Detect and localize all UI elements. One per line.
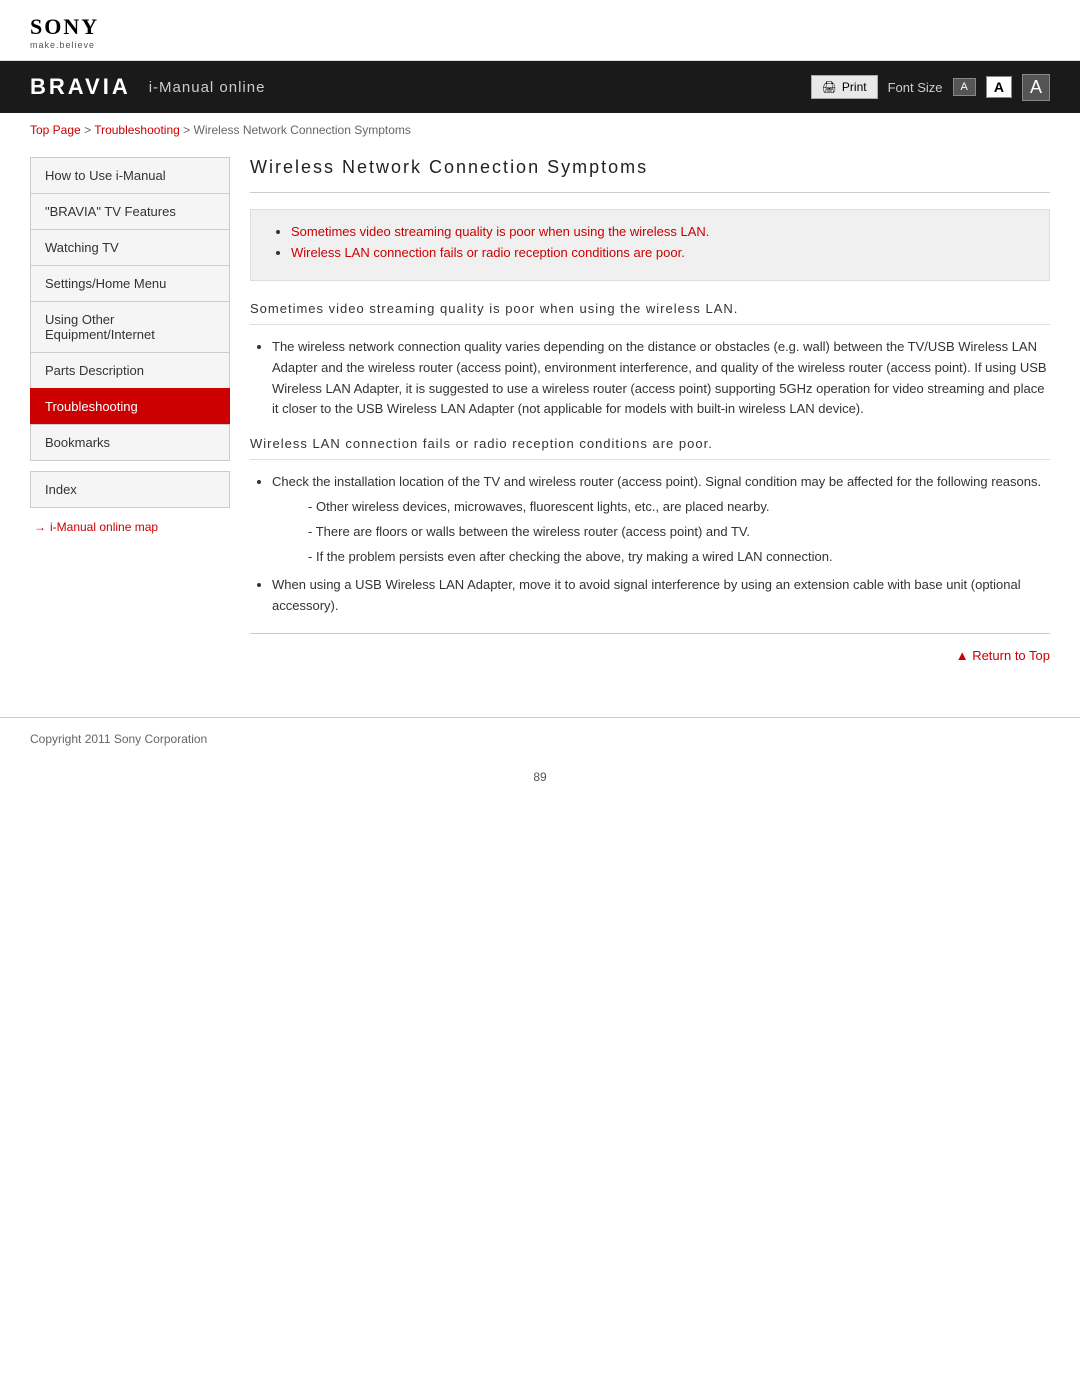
triangle-icon: ▲ bbox=[956, 648, 972, 663]
page-number: 89 bbox=[0, 760, 1080, 794]
font-medium-button[interactable]: A bbox=[986, 76, 1012, 98]
sidebar-map-link[interactable]: → i-Manual online map bbox=[30, 520, 230, 534]
page-title: Wireless Network Connection Symptoms bbox=[250, 157, 1050, 193]
print-button[interactable]: 🖨 Print bbox=[811, 75, 878, 99]
footer: Copyright 2011 Sony Corporation bbox=[0, 717, 1080, 760]
section1-content: The wireless network connection quality … bbox=[250, 337, 1050, 420]
navbar-right: 🖨 Print Font Size A A A bbox=[811, 74, 1050, 101]
section2-subitem-2: There are floors or walls between the wi… bbox=[308, 522, 1050, 543]
content-area: Wireless Network Connection Symptoms Som… bbox=[250, 147, 1050, 677]
font-large-button[interactable]: A bbox=[1022, 74, 1050, 101]
sidebar-item-how-to-use[interactable]: How to Use i-Manual bbox=[30, 157, 230, 193]
bravia-logo: BRAVIA bbox=[30, 74, 131, 100]
section2-content: Check the installation location of the T… bbox=[250, 472, 1050, 617]
breadcrumb-top-page[interactable]: Top Page bbox=[30, 123, 81, 137]
section1-title: Sometimes video streaming quality is poo… bbox=[250, 301, 1050, 325]
section2-bullet-1-text: Check the installation location of the T… bbox=[272, 474, 1041, 489]
sidebar-item-troubleshooting[interactable]: Troubleshooting bbox=[30, 388, 230, 424]
print-label: Print bbox=[842, 80, 867, 94]
summary-box: Sometimes video streaming quality is poo… bbox=[250, 209, 1050, 281]
breadcrumb: Top Page > Troubleshooting > Wireless Ne… bbox=[0, 113, 1080, 147]
section2-subitem-1: Other wireless devices, microwaves, fluo… bbox=[308, 497, 1050, 518]
sidebar-item-index[interactable]: Index bbox=[30, 471, 230, 508]
main-layout: How to Use i-Manual "BRAVIA" TV Features… bbox=[0, 147, 1080, 697]
map-link-label: i-Manual online map bbox=[50, 520, 158, 534]
section2-bullet-2: When using a USB Wireless LAN Adapter, m… bbox=[272, 575, 1050, 617]
section2-bullet-1: Check the installation location of the T… bbox=[272, 472, 1050, 567]
return-to-top-label: Return to Top bbox=[972, 648, 1050, 663]
copyright-text: Copyright 2011 Sony Corporation bbox=[30, 732, 207, 746]
return-to-top-link[interactable]: ▲ Return to Top bbox=[956, 648, 1050, 663]
summary-link-2-anchor[interactable]: Wireless LAN connection fails or radio r… bbox=[291, 245, 685, 260]
breadcrumb-sep1: > bbox=[84, 123, 94, 137]
navbar: BRAVIA i-Manual online 🖨 Print Font Size… bbox=[0, 61, 1080, 113]
sidebar-item-parts-description[interactable]: Parts Description bbox=[30, 352, 230, 388]
sidebar-item-bookmarks[interactable]: Bookmarks bbox=[30, 424, 230, 461]
sony-tagline: make.believe bbox=[30, 40, 1050, 50]
section2-subitems-1: Other wireless devices, microwaves, fluo… bbox=[286, 497, 1050, 567]
sidebar-item-watching-tv[interactable]: Watching TV bbox=[30, 229, 230, 265]
sidebar-item-using-other[interactable]: Using Other Equipment/Internet bbox=[30, 301, 230, 352]
font-small-button[interactable]: A bbox=[953, 78, 976, 96]
header: SONY make.believe bbox=[0, 0, 1080, 61]
arrow-icon: → bbox=[34, 520, 46, 534]
navbar-title: i-Manual online bbox=[149, 79, 811, 96]
summary-link-1[interactable]: Sometimes video streaming quality is poo… bbox=[291, 224, 1029, 239]
breadcrumb-troubleshooting[interactable]: Troubleshooting bbox=[94, 123, 180, 137]
section2-title: Wireless LAN connection fails or radio r… bbox=[250, 436, 1050, 460]
print-icon: 🖨 bbox=[822, 80, 837, 94]
font-size-label: Font Size bbox=[888, 80, 943, 95]
return-to-top[interactable]: ▲ Return to Top bbox=[250, 633, 1050, 677]
section1-bullet-1: The wireless network connection quality … bbox=[272, 337, 1050, 420]
summary-link-2[interactable]: Wireless LAN connection fails or radio r… bbox=[291, 245, 1029, 260]
sidebar-item-settings-home[interactable]: Settings/Home Menu bbox=[30, 265, 230, 301]
sony-logo: SONY bbox=[30, 14, 1050, 40]
summary-link-1-anchor[interactable]: Sometimes video streaming quality is poo… bbox=[291, 224, 709, 239]
sidebar-item-bravia-features[interactable]: "BRAVIA" TV Features bbox=[30, 193, 230, 229]
breadcrumb-sep2: > bbox=[183, 123, 193, 137]
section2-subitem-3: If the problem persists even after check… bbox=[308, 547, 1050, 568]
sidebar: How to Use i-Manual "BRAVIA" TV Features… bbox=[30, 157, 230, 677]
breadcrumb-current: Wireless Network Connection Symptoms bbox=[194, 123, 411, 137]
